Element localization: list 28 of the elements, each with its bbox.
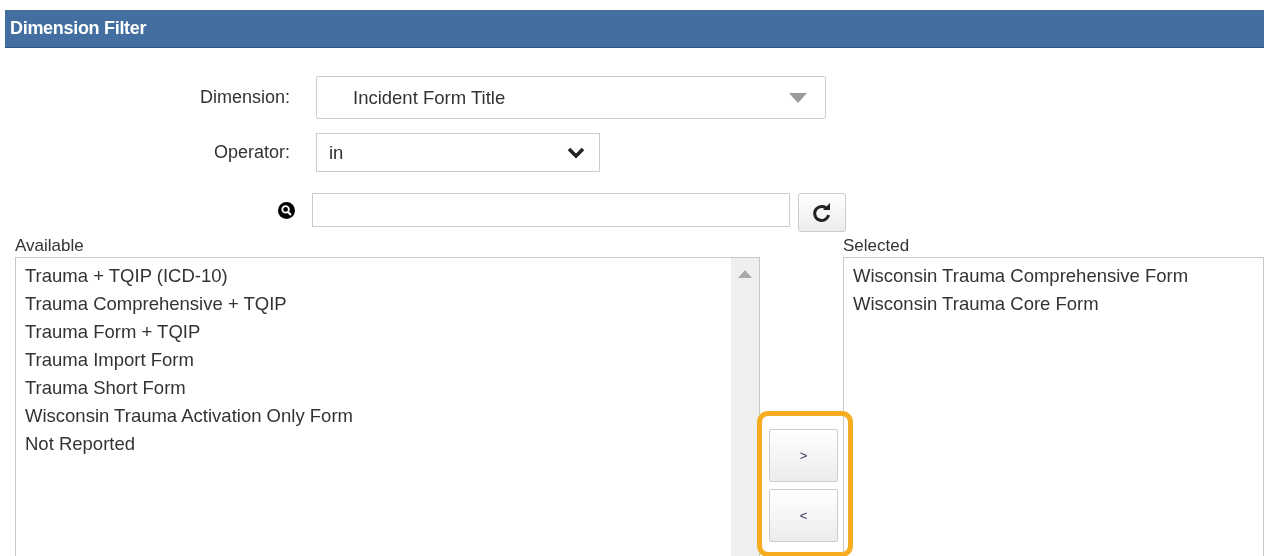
search-field[interactable] — [312, 193, 790, 227]
field-label: Dimension: — [199, 87, 290, 108]
list-box[interactable]: Trauma + TQIP (ICD-10) Trauma Comprehensive + TQIP Trauma Form + TQIP Trauma Import Form Trauma Short Form Wisconsin Trauma Activation Only Form Not Reported — [15, 257, 760, 556]
scroll-up-icon[interactable] — [738, 270, 752, 278]
chevron-down-icon — [567, 146, 585, 159]
list-item[interactable]: Trauma Comprehensive + TQIP — [25, 290, 287, 318]
list-item[interactable]: Trauma Short Form — [25, 374, 186, 402]
list-item[interactable]: Trauma Import Form — [25, 346, 194, 374]
list-item[interactable]: Wisconsin Trauma Core Form — [853, 290, 1099, 318]
list-item[interactable]: Not Reported — [25, 430, 136, 458]
list-label: Selected — [843, 236, 910, 257]
operator-select[interactable]: in — [316, 133, 600, 172]
field-label: Operator: — [213, 142, 290, 163]
move-button[interactable]: < — [769, 489, 838, 542]
list-item[interactable]: Trauma + TQIP (ICD-10) — [25, 262, 228, 290]
list-item[interactable]: Wisconsin Trauma Activation Only Form — [25, 402, 353, 430]
move-button[interactable]: > — [769, 429, 838, 482]
list-box[interactable]: Wisconsin Trauma Comprehensive Form Wisconsin Trauma Core Form — [843, 257, 1264, 556]
refresh-button[interactable] — [798, 193, 846, 232]
caret-icon — [789, 92, 807, 103]
list-item[interactable]: Wisconsin Trauma Comprehensive Form — [853, 262, 1189, 290]
list-label: Available — [15, 236, 84, 257]
list-item[interactable]: Trauma Form + TQIP — [25, 318, 201, 346]
refresh-icon — [812, 202, 832, 223]
panel-title: Dimension Filter — [9, 17, 148, 40]
dimension-dropdown[interactable]: Incident Form Title — [316, 76, 826, 119]
scrollbar[interactable] — [731, 258, 759, 556]
search-icon — [278, 201, 295, 219]
